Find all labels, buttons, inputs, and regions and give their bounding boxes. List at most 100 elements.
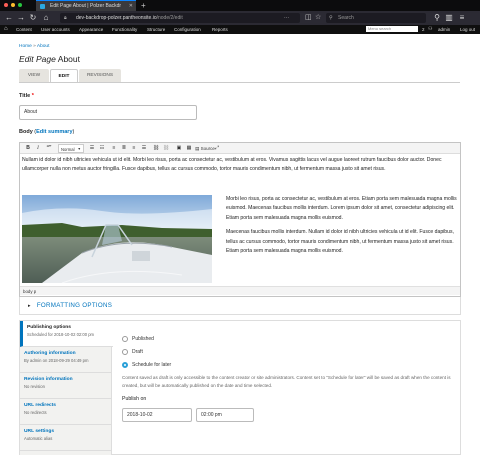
home-icon[interactable]: ⌂: [41, 11, 51, 25]
publish-on-label: Publish on: [122, 396, 147, 402]
toolbar-item-content[interactable]: Content: [16, 25, 32, 34]
paren-close: ): [72, 129, 75, 135]
url-path: /node/2/edit: [156, 15, 183, 21]
toolbar-logout-link[interactable]: Log out: [460, 25, 475, 34]
radio-schedule-label[interactable]: Schedule for later: [132, 362, 171, 368]
numbered-list-icon[interactable]: ☷: [98, 144, 106, 153]
bold-icon[interactable]: B: [24, 144, 32, 153]
breadcrumb-about-link[interactable]: About: [37, 44, 50, 49]
vertical-tab-title: URL redirects: [24, 403, 56, 408]
toolbar-item-functionality[interactable]: Functionality: [112, 25, 137, 34]
maximize-icon[interactable]: ⤢: [213, 144, 221, 153]
page-title: Edit Page About: [19, 54, 80, 64]
notification-count[interactable]: 2: [422, 25, 425, 34]
forward-icon[interactable]: →: [16, 11, 26, 25]
publish-time-input[interactable]: 02:00 pm: [196, 408, 254, 422]
align-right-icon[interactable]: ≡: [130, 144, 138, 153]
body-label-text: Body: [19, 129, 33, 135]
toolbar-item-user-accounts[interactable]: User accounts: [41, 25, 70, 34]
bulleted-list-icon[interactable]: ☰: [88, 144, 96, 153]
toolbar-item-reports[interactable]: Reports: [212, 25, 228, 34]
vertical-tab-title: Authoring information: [24, 351, 76, 356]
title-input[interactable]: About: [19, 105, 197, 120]
url-bar[interactable]: 🔒︎ dev-backdrop-polzer.pantheonsite.io/n…: [60, 13, 300, 23]
vertical-tab-summary: By admin on 2018-09-29 04:49 pm: [24, 358, 89, 363]
source-button[interactable]: ▤ Source: [195, 144, 215, 153]
formatting-options-toggle[interactable]: ▸ FORMATTING OPTIONS: [19, 297, 461, 315]
tab-edit[interactable]: EDIT: [50, 69, 78, 82]
chevron-down-icon: ▼: [77, 147, 81, 151]
publish-date-input[interactable]: 2018-10-02: [122, 408, 192, 422]
tab-revisions[interactable]: REVISIONS: [79, 69, 121, 82]
body-field-label: Body (Edit summary): [19, 129, 74, 135]
vertical-tab-summary: No revision: [24, 384, 45, 389]
format-select[interactable]: Normal ▼: [58, 144, 84, 153]
page-title-prefix: Edit Page: [19, 54, 56, 64]
format-select-value: Normal: [61, 147, 75, 152]
toolbar-item-configuration[interactable]: Configuration: [174, 25, 201, 34]
lock-icon: 🔒︎: [64, 15, 67, 21]
new-tab-button[interactable]: +: [141, 0, 146, 11]
expand-arrow-icon: ▸: [28, 303, 31, 309]
align-center-icon[interactable]: ≣: [120, 144, 128, 153]
tab-view[interactable]: VIEW: [19, 69, 49, 82]
vertical-tab-title: Revision information: [24, 377, 73, 382]
page-actions-icon[interactable]: ···: [284, 13, 289, 23]
editor-paragraph-2: Morbi leo risus, porta ac consectetur ac…: [226, 196, 457, 221]
editor-toolbar: [20, 143, 460, 154]
window-close-dot[interactable]: [4, 3, 8, 7]
window-maximize-dot[interactable]: [18, 3, 22, 7]
menu-search-input[interactable]: Menu search: [366, 26, 418, 32]
vertical-tab-title: Publishing options: [27, 325, 72, 330]
home-icon[interactable]: ⌂: [4, 25, 8, 34]
bookmark-icon[interactable]: ☆: [315, 11, 321, 25]
close-tab-icon[interactable]: ✕: [129, 1, 133, 11]
user-icon: ⚇: [428, 26, 433, 32]
editor-side-text[interactable]: Morbi leo risus, porta ac consectetur ac…: [226, 195, 458, 256]
radio-schedule-for-later[interactable]: [122, 362, 128, 368]
vertical-tab-title: URL settings: [24, 429, 55, 434]
align-justify-icon[interactable]: ☰: [140, 144, 148, 153]
sidebar-icon[interactable]: ▥: [444, 11, 454, 25]
breadcrumb-home-link[interactable]: Home: [19, 44, 32, 49]
vertical-tab-url-settings[interactable]: URL settings Automatic alias: [20, 425, 112, 451]
vertical-tab-publishing-options[interactable]: Publishing options Scheduled for 2018-10…: [20, 321, 113, 347]
browser-tab-title: Edit Page About | Polzer Backdr: [50, 3, 122, 9]
vertical-tab-revision-information[interactable]: Revision information No revision: [20, 373, 112, 399]
editor-paragraph-1[interactable]: Nullam id dolor id nibh ultricies vehicu…: [22, 156, 457, 175]
vertical-tab-url-redirects[interactable]: URL redirects No redirects: [20, 399, 112, 425]
table-icon[interactable]: ▦: [185, 144, 193, 153]
link-icon[interactable]: ⛓: [152, 144, 160, 153]
favicon-icon: [40, 4, 45, 9]
reader-icon[interactable]: ◫: [305, 11, 312, 25]
back-icon[interactable]: ←: [4, 11, 14, 25]
image-icon[interactable]: ▣: [175, 144, 183, 153]
title-label-text: Title: [19, 93, 31, 99]
page-title-name: About: [57, 54, 80, 64]
window-minimize-dot[interactable]: [11, 3, 15, 7]
vertical-tab-summary: Automatic alias: [24, 436, 53, 441]
browser-tab[interactable]: Edit Page About | Polzer Backdr ✕: [36, 0, 136, 11]
boat-image[interactable]: [22, 195, 212, 283]
extension-icon[interactable]: ⚲: [432, 11, 442, 25]
radio-published[interactable]: [122, 336, 128, 342]
unlink-icon[interactable]: ⛓: [162, 144, 170, 153]
search-icon: ⚲: [329, 15, 333, 21]
search-placeholder: Search: [338, 15, 354, 21]
edit-summary-link[interactable]: Edit summary: [36, 129, 72, 135]
url-host: dev-backdrop-polzer.pantheonsite.io: [76, 15, 157, 21]
toolbar-item-structure[interactable]: Structure: [147, 25, 165, 34]
toolbar-admin-link[interactable]: admin: [438, 25, 450, 34]
toolbar-item-appearance[interactable]: Appearance: [79, 25, 103, 34]
italic-icon[interactable]: I: [34, 144, 42, 153]
menu-icon[interactable]: ≡: [457, 11, 467, 25]
vertical-tab-authoring-information[interactable]: Authoring information By admin on 2018-0…: [20, 347, 112, 373]
align-left-icon[interactable]: ≡: [110, 144, 118, 153]
blockquote-icon[interactable]: “”: [44, 144, 54, 153]
radio-draft[interactable]: [122, 349, 128, 355]
radio-draft-label[interactable]: Draft: [132, 349, 143, 355]
reload-icon[interactable]: ↻: [28, 11, 38, 25]
radio-published-label[interactable]: Published: [132, 336, 154, 342]
required-marker: *: [31, 93, 34, 99]
browser-search-bar[interactable]: ⚲ Search: [326, 13, 426, 23]
